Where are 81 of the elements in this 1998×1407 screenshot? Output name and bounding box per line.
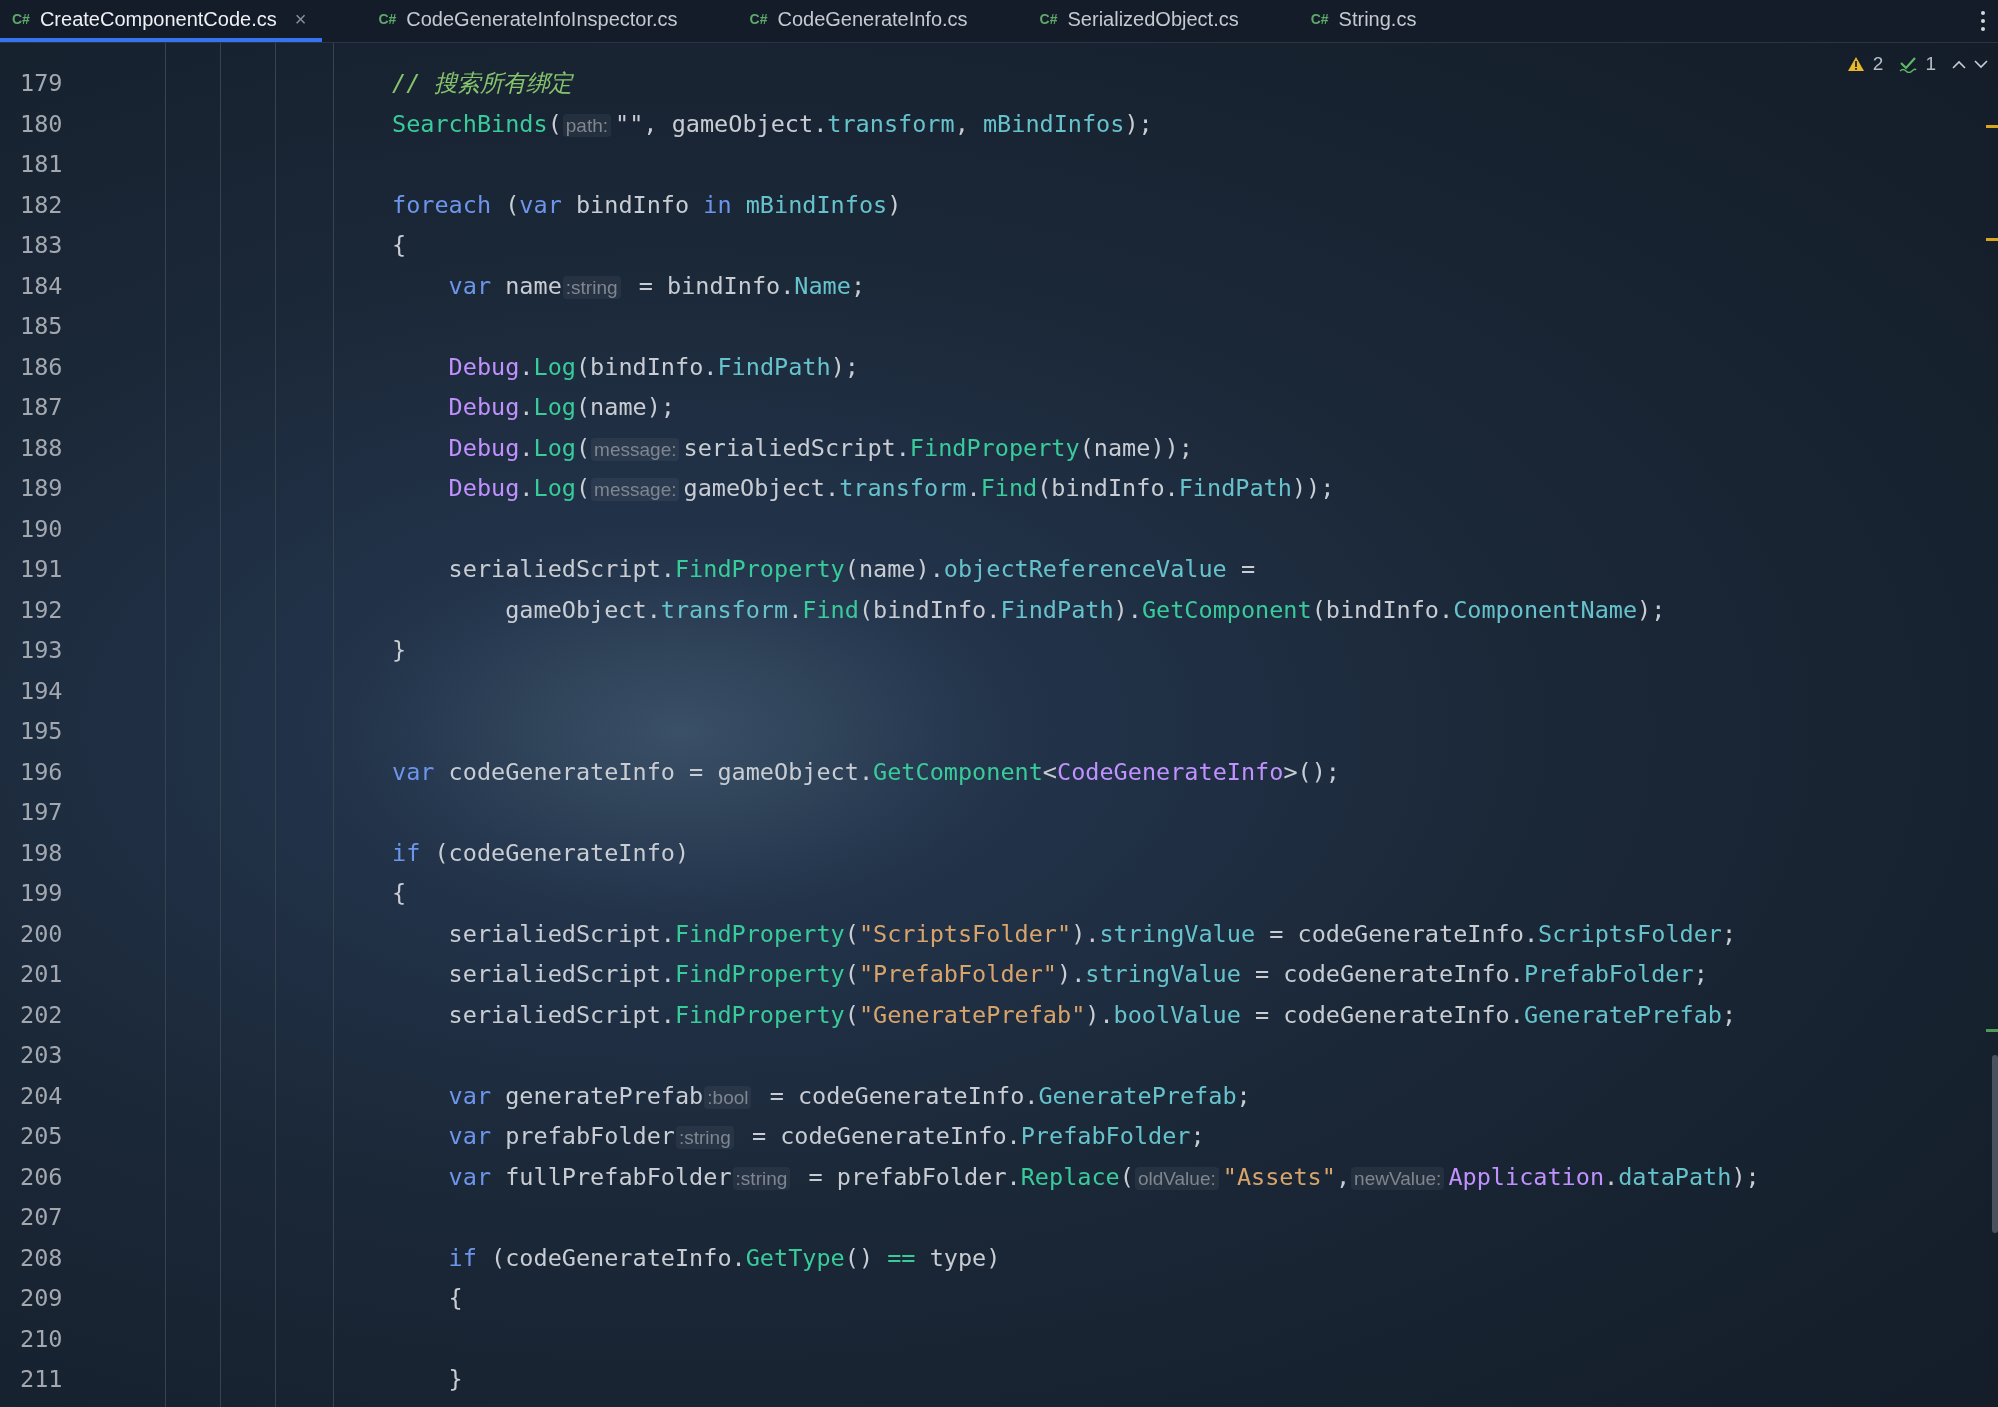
line-number: 194 (19, 675, 64, 707)
warning-count: 2 (1872, 53, 1884, 75)
line-number: 199 (19, 878, 64, 909)
file-tab[interactable]: C# String.cs (1298, 0, 1433, 42)
line-number: 201 (19, 959, 64, 990)
line-number: 208 (19, 1242, 64, 1274)
code-line: var generatePrefab :bool = codeGenerateInfo.GeneratePrefab; (447, 1081, 1251, 1110)
code-line: // 搜索所有绑定 (392, 69, 573, 97)
line-number: 187 (19, 392, 64, 423)
line-number: 210 (19, 1323, 64, 1355)
file-tab[interactable]: C# CodeGenerateInfoInspector.cs (366, 0, 694, 42)
code-line: var codeGenerateInfo = gameObject.GetComponent<CodeGenerateInfo>(); (392, 757, 1340, 786)
line-number: 205 (19, 1121, 64, 1152)
line-number: 190 (19, 513, 64, 545)
code-line: Debug.Log(bindInfo.FindPath); (447, 352, 859, 381)
code-line: serialiedScript.FindProperty(name).objectReferenceValue = (447, 555, 1256, 583)
line-number: 209 (19, 1283, 64, 1314)
line-number: 179 (19, 68, 64, 99)
line-number: 196 (19, 756, 64, 788)
file-tab[interactable]: C# CodeGenerateInfo.cs (737, 0, 984, 42)
line-number: 193 (19, 635, 64, 666)
code-line: var name :string = bindInfo.Name; (447, 271, 866, 300)
code-line: Debug.Log( message: serialiedScript.FindProperty(name)); (447, 433, 1193, 462)
line-number: 195 (19, 716, 64, 747)
code-line: { (447, 1284, 463, 1312)
csharp-file-icon: C# (1310, 11, 1329, 27)
tab-label: CodeGenerateInfo.cs (777, 7, 968, 31)
line-number: 183 (19, 230, 64, 261)
warning-icon[interactable] (1846, 56, 1865, 72)
check-icon[interactable] (1899, 55, 1918, 73)
tab-label: CodeGenerateInfoInspector.cs (406, 7, 678, 31)
tab-label: CreateComponentCode.cs (39, 7, 277, 31)
line-number: 181 (19, 149, 64, 180)
file-tab[interactable]: C# SerializedObject.cs (1027, 0, 1255, 42)
line-number: 207 (19, 1202, 64, 1233)
code-line: serialiedScript.FindProperty("PrefabFolder").stringValue = codeGenerateInfo.PrefabFolder; (447, 960, 1708, 988)
csharp-file-icon: C# (378, 11, 397, 27)
line-number: 206 (19, 1161, 64, 1193)
line-number: 200 (19, 918, 64, 950)
line-number: 204 (19, 1080, 64, 1112)
code-line: var prefabFolder :string = codeGenerateInfo.PrefabFolder; (447, 1122, 1205, 1150)
line-number: 192 (19, 594, 64, 626)
line-number: 189 (19, 473, 64, 504)
code-line: } (392, 636, 407, 664)
code-line: if (codeGenerateInfo.GetType() == type) (447, 1243, 1001, 1272)
check-count: 1 (1925, 53, 1936, 75)
line-number: 188 (19, 432, 64, 464)
code-line: Debug.Log( message: gameObject.transform.Find(bindInfo.FindPath)); (447, 474, 1335, 502)
line-number: 180 (19, 108, 64, 140)
chevron-up-icon[interactable] (1952, 59, 1966, 69)
chevron-down-icon[interactable] (1974, 59, 1988, 69)
code-line: var fullPrefabFolder :string = prefabFolder.Replace( oldValue: "Assets", newValue: Application.dataPath); (447, 1162, 1760, 1191)
code-line: { (392, 231, 407, 259)
line-number: 185 (19, 311, 64, 342)
code-line: foreach (var bindInfo in mBindInfos) (392, 190, 902, 219)
line-number: 198 (19, 837, 64, 869)
line-number: 203 (19, 1040, 64, 1071)
code-line: Debug.Log(name); (447, 393, 675, 421)
line-number: 191 (19, 554, 64, 585)
line-number: 184 (19, 270, 64, 302)
code-line: serialiedScript.FindProperty("GeneratePrefab").boolValue = codeGenerateInfo.GeneratePrefab; (447, 1000, 1737, 1029)
line-number: 186 (19, 351, 64, 383)
tab-label: SerializedObject.cs (1067, 7, 1239, 31)
code-line: SearchBinds( path: "", gameObject.transform, mBindInfos); (392, 109, 1153, 138)
line-number: 211 (19, 1364, 64, 1395)
csharp-file-icon: C# (749, 11, 768, 27)
csharp-file-icon: C# (12, 11, 30, 27)
code-line: { (392, 879, 407, 907)
line-number: 197 (19, 797, 64, 828)
close-icon[interactable]: × (294, 7, 307, 31)
code-line: } (447, 1365, 463, 1393)
code-line: if (codeGenerateInfo) (392, 838, 690, 867)
line-number: 202 (19, 999, 64, 1031)
line-number: 182 (19, 189, 64, 221)
csharp-file-icon: C# (1039, 11, 1058, 27)
code-line: gameObject.transform.Find(bindInfo.FindPath).GetComponent(bindInfo.ComponentName); (504, 595, 1666, 624)
tab-label: String.cs (1338, 7, 1417, 31)
code-line: serialiedScript.FindProperty("ScriptsFolder").stringValue = codeGenerateInfo.ScriptsFolder; (447, 919, 1737, 948)
more-options-icon[interactable] (1980, 10, 1986, 32)
file-tab[interactable]: C# CreateComponentCode.cs × (0, 0, 323, 42)
scrollbar-thumb[interactable] (1992, 1055, 1998, 1233)
